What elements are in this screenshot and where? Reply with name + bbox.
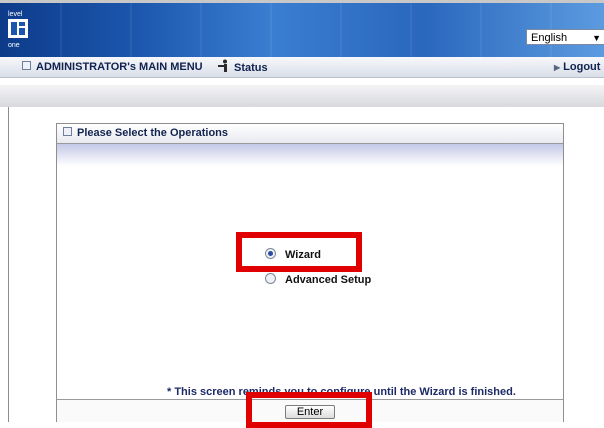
language-value: English (531, 32, 568, 44)
person-pointing-icon (218, 59, 227, 72)
status-label: Status (234, 62, 268, 74)
menu-bar: ADMINISTRATOR's MAIN MENU Status ▶ Logout (0, 57, 604, 78)
logout-label: Logout (563, 61, 601, 73)
admin-main-menu-label: ADMINISTRATOR's MAIN MENU (36, 61, 203, 73)
panel-header: Please Select the Operations (57, 124, 563, 144)
left-divider (8, 107, 9, 422)
advanced-setup-option[interactable]: Advanced Setup (265, 273, 371, 286)
panel-gradient (57, 144, 563, 166)
operations-panel: Please Select the Operations Wizard Adva… (56, 123, 564, 422)
header-banner: level one English ▼ (0, 3, 604, 57)
chevron-down-icon: ▼ (592, 33, 601, 43)
logo-text-level: level (8, 11, 23, 18)
logo-text-one: one (8, 42, 20, 49)
square-icon (22, 61, 31, 70)
square-icon (63, 127, 72, 136)
advanced-setup-label: Advanced Setup (285, 274, 372, 286)
advanced-setup-radio[interactable] (265, 273, 276, 284)
panel-title: Please Select the Operations (77, 127, 229, 139)
status-link[interactable]: Status (216, 59, 268, 74)
level-one-logo: level one (8, 11, 28, 49)
logout-link[interactable]: ▶ Logout (554, 61, 600, 73)
language-select[interactable]: English ▼ (526, 29, 604, 45)
wizard-highlight-box (236, 232, 362, 272)
sub-header-band (0, 85, 604, 107)
enter-highlight-box (246, 392, 372, 428)
arrow-right-icon: ▶ (554, 63, 561, 72)
admin-main-menu-link[interactable]: ADMINISTRATOR's MAIN MENU (22, 61, 203, 73)
